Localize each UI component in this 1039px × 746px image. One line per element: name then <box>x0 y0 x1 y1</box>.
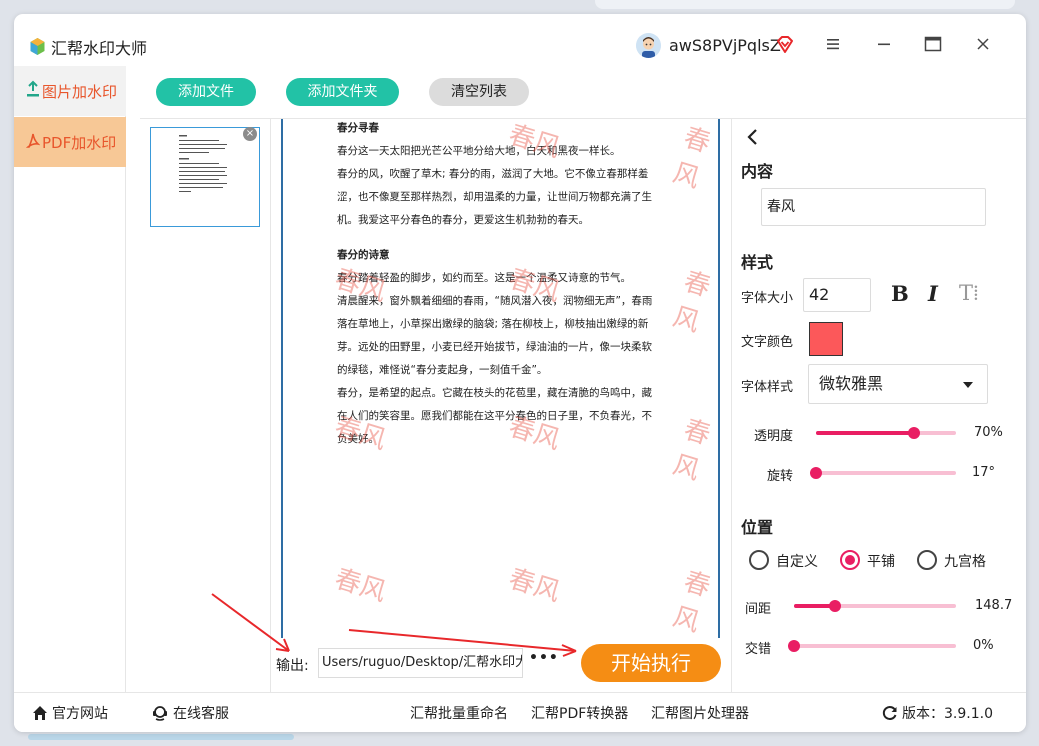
add-folder-button[interactable]: 添加文件夹 <box>286 78 399 106</box>
output-path-field[interactable]: Users/ruguo/Desktop/汇帮水印大师 <box>318 648 523 678</box>
official-website-link[interactable]: 官方网站 <box>52 703 108 723</box>
slider-handle[interactable] <box>810 467 822 479</box>
close-icon[interactable] <box>973 34 993 54</box>
radio-circle <box>840 550 860 570</box>
sidebar: 图片加水印 PDF加水印 <box>14 66 126 692</box>
font-style-value: 微软雅黑 <box>819 374 884 393</box>
text-style-button[interactable]: T⁞ <box>959 281 979 306</box>
style-section-title: 样式 <box>741 253 774 272</box>
radio-label: 九宫格 <box>944 554 986 570</box>
sidebar-item-pdf-watermark[interactable]: PDF加水印 <box>14 117 126 167</box>
page-thumbnail-preview <box>179 135 227 192</box>
minimize-icon[interactable] <box>874 34 894 54</box>
watermark-text: 春风 <box>669 122 714 195</box>
opacity-slider[interactable] <box>816 425 956 441</box>
clear-list-button[interactable]: 清空列表 <box>429 78 529 106</box>
font-color-label: 文字颜色 <box>741 335 794 350</box>
slider-handle[interactable] <box>908 427 920 439</box>
watermark-settings-panel: 内容 春风 样式 字体大小 42 B I T⁞ 文字颜色 字体样式 微软雅黑 透… <box>731 118 1026 692</box>
radio-circle <box>749 550 769 570</box>
pdf-preview-area: 春分寻春 春分这一天太阳把光芒公平地分给大地，白天和黑夜一样长。 春分的风，吹醒… <box>271 118 731 638</box>
doc-paragraph: 春分这一天太阳把光芒公平地分给大地，白天和黑夜一样长。 <box>337 145 621 157</box>
headset-icon <box>153 706 167 721</box>
sidebar-item-image-watermark[interactable]: 图片加水印 <box>14 66 126 116</box>
rotate-value: 17° <box>972 465 996 480</box>
stagger-value: 0% <box>973 638 994 653</box>
output-label: 输出: <box>276 658 309 674</box>
sidebar-item-label: 图片加水印 <box>42 83 118 101</box>
pdf-page: 春分寻春 春分这一天太阳把光芒公平地分给大地，白天和黑夜一样长。 春分的风，吹醒… <box>281 119 720 638</box>
position-section-title: 位置 <box>741 518 774 537</box>
version-label: 版本：3.9.1.0 <box>902 706 993 722</box>
user-avatar[interactable] <box>636 33 661 58</box>
spacing-value: 148.7 <box>975 598 1013 613</box>
background-window-edge-bottom <box>28 734 294 740</box>
rotate-label: 旋转 <box>767 469 794 484</box>
doc-heading: 春分的诗意 <box>337 249 390 261</box>
start-button[interactable]: 开始执行 <box>581 644 721 682</box>
font-style-label: 字体样式 <box>741 380 794 395</box>
doc-paragraph: 春分踏着轻盈的脚步，如约而至。这是一个温柔又诗意的节气。 <box>337 272 631 284</box>
home-icon <box>33 706 47 720</box>
avatar-icon <box>636 33 661 58</box>
radio-circle <box>917 550 937 570</box>
footer-bar: 官方网站 在线客服 汇帮批量重命名 汇帮PDF转换器 汇帮图片处理器 版本：3.… <box>14 692 1026 732</box>
doc-paragraph: 清晨醒来，窗外飘着细细的春雨，“随风潜入夜，润物细无声”，春雨落在草地上，小草探… <box>337 295 653 376</box>
spacing-label: 间距 <box>745 602 772 617</box>
back-arrow-icon[interactable] <box>742 123 762 151</box>
watermark-text: 春风 <box>669 414 714 487</box>
doc-paragraph: 春分的风，吹醒了草木; 春分的雨，滋润了大地。它不像立春那样羞涩，也不像夏至那样… <box>337 168 652 226</box>
background-window-edge <box>595 0 1015 9</box>
watermark-text: 春风 <box>669 266 714 339</box>
opacity-value: 70% <box>974 425 1003 440</box>
doc-paragraph: 春分，是希望的起点。它藏在枝头的花苞里，藏在清脆的鸟鸣中，藏在人们的笑容里。愿我… <box>337 387 652 445</box>
watermark-text: 春风 <box>669 566 714 638</box>
spacing-slider[interactable] <box>794 598 956 614</box>
document-content: 春分寻春 春分这一天太阳把光芒公平地分给大地，白天和黑夜一样长。 春分的风，吹醒… <box>337 119 655 451</box>
font-size-input[interactable]: 42 <box>803 278 871 312</box>
slider-handle[interactable] <box>788 640 800 652</box>
font-color-swatch[interactable] <box>809 322 843 356</box>
image-upload-icon <box>27 80 39 97</box>
app-logo-icon <box>30 38 45 55</box>
opacity-label: 透明度 <box>754 429 794 444</box>
content-section-title: 内容 <box>741 162 774 181</box>
remove-file-icon[interactable]: × <box>243 127 257 141</box>
app-title: 汇帮水印大师 <box>51 39 148 58</box>
menu-icon[interactable] <box>823 34 843 54</box>
app-window: 汇帮水印大师 awS8PVjPqlsZ 图片加水印 PDF加水印 添加文件 添加… <box>14 14 1026 732</box>
font-size-label: 字体大小 <box>741 291 794 306</box>
pdf-converter-link[interactable]: 汇帮PDF转换器 <box>531 703 628 723</box>
stagger-slider[interactable] <box>788 638 956 654</box>
font-style-select[interactable]: 微软雅黑 <box>808 364 988 404</box>
username[interactable]: awS8PVjPqlsZ <box>669 36 781 55</box>
radio-label: 平铺 <box>867 554 895 570</box>
browse-more-button[interactable]: ••• <box>529 650 559 666</box>
rotate-slider[interactable] <box>810 465 956 481</box>
bold-button[interactable]: B <box>891 281 909 306</box>
online-support-link[interactable]: 在线客服 <box>173 703 229 723</box>
doc-heading: 春分寻春 <box>337 122 379 134</box>
batch-rename-link[interactable]: 汇帮批量重命名 <box>410 703 508 723</box>
slider-handle[interactable] <box>828 600 841 612</box>
watermark-text-input[interactable]: 春风 <box>761 188 986 226</box>
title-bar: 汇帮水印大师 awS8PVjPqlsZ <box>14 14 1026 66</box>
vip-diamond-icon[interactable] <box>775 35 795 55</box>
maximize-icon[interactable] <box>923 34 943 54</box>
stagger-label: 交错 <box>745 642 772 657</box>
chevron-down-icon <box>963 382 973 388</box>
image-processor-link[interactable]: 汇帮图片处理器 <box>651 703 749 723</box>
file-thumbnail[interactable] <box>150 127 260 227</box>
radio-label: 自定义 <box>776 554 818 570</box>
sidebar-item-label: PDF加水印 <box>42 134 117 152</box>
italic-button[interactable]: I <box>928 281 938 306</box>
add-file-button[interactable]: 添加文件 <box>156 78 256 106</box>
refresh-icon[interactable] <box>881 704 899 722</box>
pdf-icon <box>26 133 40 148</box>
